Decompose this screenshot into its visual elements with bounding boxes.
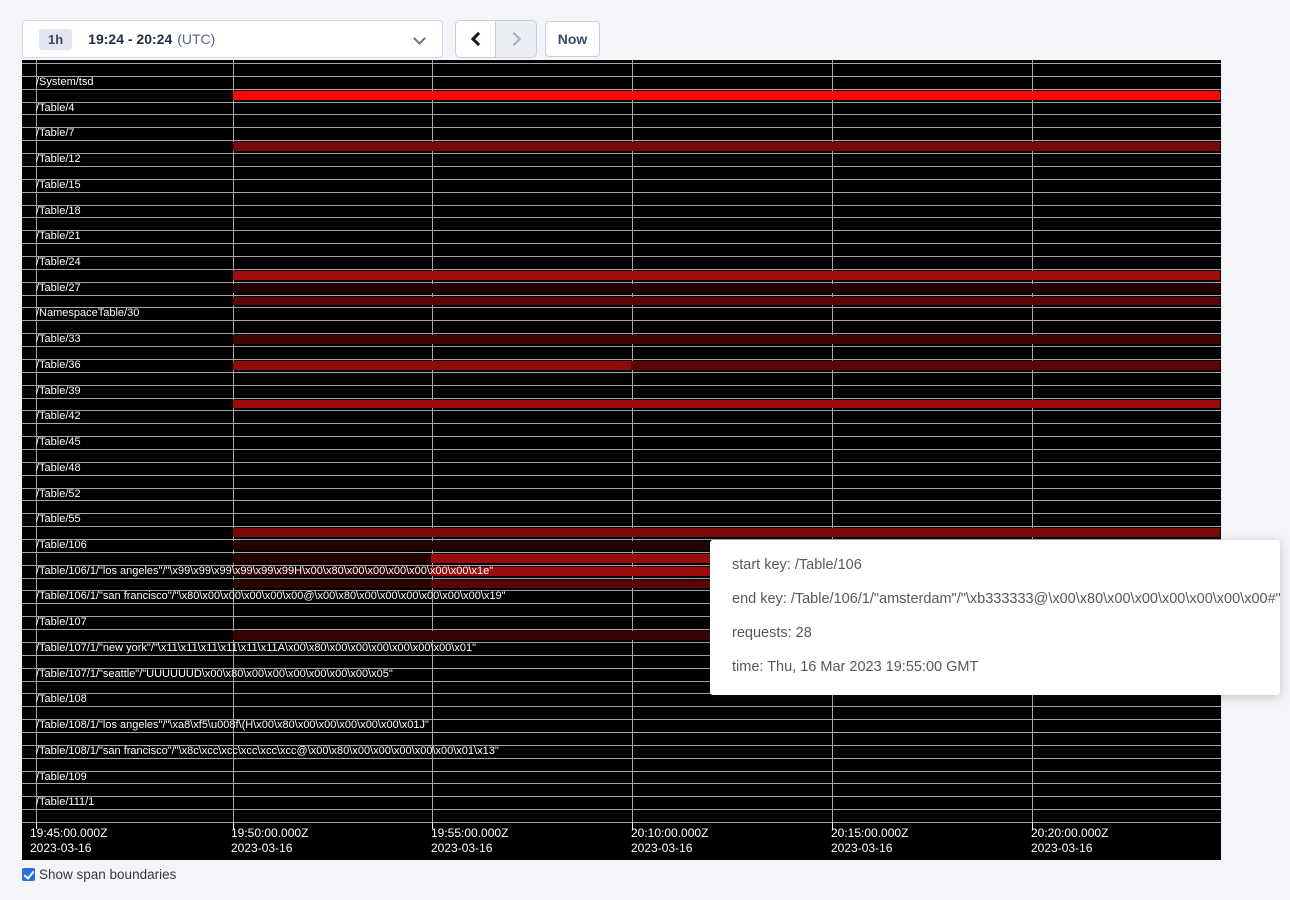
span-label: /Table/55	[22, 513, 722, 526]
now-button[interactable]: Now	[545, 21, 600, 57]
range-timezone-text: (UTC)	[177, 31, 215, 47]
span-label: /Table/52	[22, 488, 722, 501]
span-boundary-line	[22, 166, 1221, 167]
span-label: /Table/106	[22, 539, 722, 552]
span-label: /Table/27	[22, 282, 722, 295]
span-label: /Table/36	[22, 359, 722, 372]
span-boundary-line	[22, 449, 1221, 450]
span-label: /Table/111/1	[22, 796, 722, 809]
heat-band[interactable]	[233, 554, 431, 563]
span-label: /Table/48	[22, 462, 722, 475]
span-boundary-line	[22, 809, 1221, 810]
span-label: /Table/108	[22, 693, 722, 706]
span-boundary-line	[22, 732, 1221, 733]
heat-band[interactable]	[233, 528, 1220, 537]
axis-time-label: 20:10:00.000Z 2023-03-16	[631, 826, 708, 856]
heat-band[interactable]	[233, 142, 1220, 151]
span-boundary-line	[22, 114, 1221, 115]
span-boundary-line	[22, 526, 1221, 527]
span-label: /Table/45	[22, 436, 722, 449]
span-label: /Table/21	[22, 230, 722, 243]
show-span-boundaries-label: Show span boundaries	[39, 867, 176, 882]
span-boundary-line	[22, 192, 1221, 193]
tooltip-requests: requests: 28	[732, 616, 1280, 650]
key-visualizer-page: 1h 19:24 - 20:24 (UTC) Now /System/tsd/T…	[0, 0, 1290, 900]
span-boundary-line	[22, 63, 1221, 64]
axis-time-label: 19:55:00.000Z 2023-03-16	[431, 826, 508, 856]
range-time-text: 19:24 - 20:24	[88, 31, 172, 47]
show-span-boundaries-checkbox[interactable]	[22, 868, 35, 881]
span-label: /Table/18	[22, 205, 722, 218]
span-boundary-line	[22, 320, 1221, 321]
time-range-selector[interactable]: 1h 19:24 - 20:24 (UTC)	[22, 20, 443, 58]
span-label: /Table/108/1/"san francisco"/"\x8c\xcc\x…	[22, 745, 722, 758]
tooltip-time: time: Thu, 16 Mar 2023 19:55:00 GMT	[732, 650, 1280, 684]
span-label: /Table/39	[22, 385, 722, 398]
span-boundary-line	[22, 783, 1221, 784]
tooltip-start-key: start key: /Table/106	[732, 548, 1280, 582]
span-boundary-line	[22, 475, 1221, 476]
heat-band[interactable]	[233, 297, 1220, 306]
span-boundary-line	[22, 372, 1221, 373]
chevron-down-icon	[413, 32, 426, 45]
heat-band[interactable]	[233, 271, 1220, 280]
heat-band[interactable]	[233, 91, 1220, 100]
time-nav-group	[455, 20, 537, 58]
span-label: /Table/4	[22, 102, 722, 115]
span-boundary-line	[22, 423, 1221, 424]
span-boundaries-control: Show span boundaries	[22, 867, 176, 882]
span-boundary-line	[22, 295, 1221, 296]
chevron-right-icon	[507, 32, 521, 46]
heat-band[interactable]	[233, 400, 1220, 409]
span-label: /Table/107/1/"seattle"/"UUUUUUD\x00\x80\…	[22, 668, 722, 681]
span-label: /Table/106/1/"san francisco"/"\x80\x00\x…	[22, 590, 722, 603]
span-label: /Table/33	[22, 333, 722, 346]
previous-interval-button[interactable]	[455, 20, 496, 58]
time-gridline	[1032, 60, 1033, 822]
time-gridline	[832, 60, 833, 822]
span-boundary-line	[22, 217, 1221, 218]
span-boundary-line	[22, 398, 1221, 399]
span-label: /Table/106/1/"los angeles"/"\x99\x99\x99…	[22, 565, 722, 578]
span-label: /Table/15	[22, 179, 722, 192]
span-tooltip: start key: /Table/106 end key: /Table/10…	[710, 540, 1280, 695]
span-label: /Table/108/1/"los angeles"/"\xa8\xf5\u00…	[22, 719, 722, 732]
span-label: /System/tsd	[22, 76, 722, 89]
axis-time-label: 19:50:00.000Z 2023-03-16	[231, 826, 308, 856]
axis-time-label: 20:20:00.000Z 2023-03-16	[1031, 826, 1108, 856]
heat-band[interactable]	[233, 580, 431, 589]
span-boundary-line	[22, 89, 1221, 90]
span-boundary-line	[22, 269, 1221, 270]
span-boundary-line	[22, 500, 1221, 501]
span-boundary-line	[22, 346, 1221, 347]
range-duration-badge: 1h	[39, 29, 72, 50]
key-visualizer-heatmap[interactable]: /System/tsd/Table/4/Table/7/Table/12/Tab…	[22, 60, 1221, 860]
tooltip-end-key: end key: /Table/106/1/"amsterdam"/"\xb33…	[732, 582, 1280, 616]
span-label: /Table/7	[22, 127, 722, 140]
span-label: /Table/107/1/"new york"/"\x11\x11\x11\x1…	[22, 642, 722, 655]
span-boundary-line	[22, 706, 1221, 707]
next-interval-button[interactable]	[496, 20, 537, 58]
axis-time-label: 20:15:00.000Z 2023-03-16	[831, 826, 908, 856]
chevron-left-icon	[470, 32, 484, 46]
span-label: /Table/107	[22, 616, 722, 629]
span-boundary-line	[22, 140, 1221, 141]
span-label: /Table/109	[22, 771, 722, 784]
span-label: /Table/12	[22, 153, 722, 166]
span-label: /NamespaceTable/30	[22, 307, 722, 320]
span-boundary-line	[22, 243, 1221, 244]
span-boundary-line	[22, 822, 1221, 823]
span-label: /Table/42	[22, 410, 722, 423]
span-label: /Table/24	[22, 256, 722, 269]
span-boundary-line	[22, 758, 1221, 759]
axis-time-label: 19:45:00.000Z 2023-03-16	[30, 826, 107, 856]
